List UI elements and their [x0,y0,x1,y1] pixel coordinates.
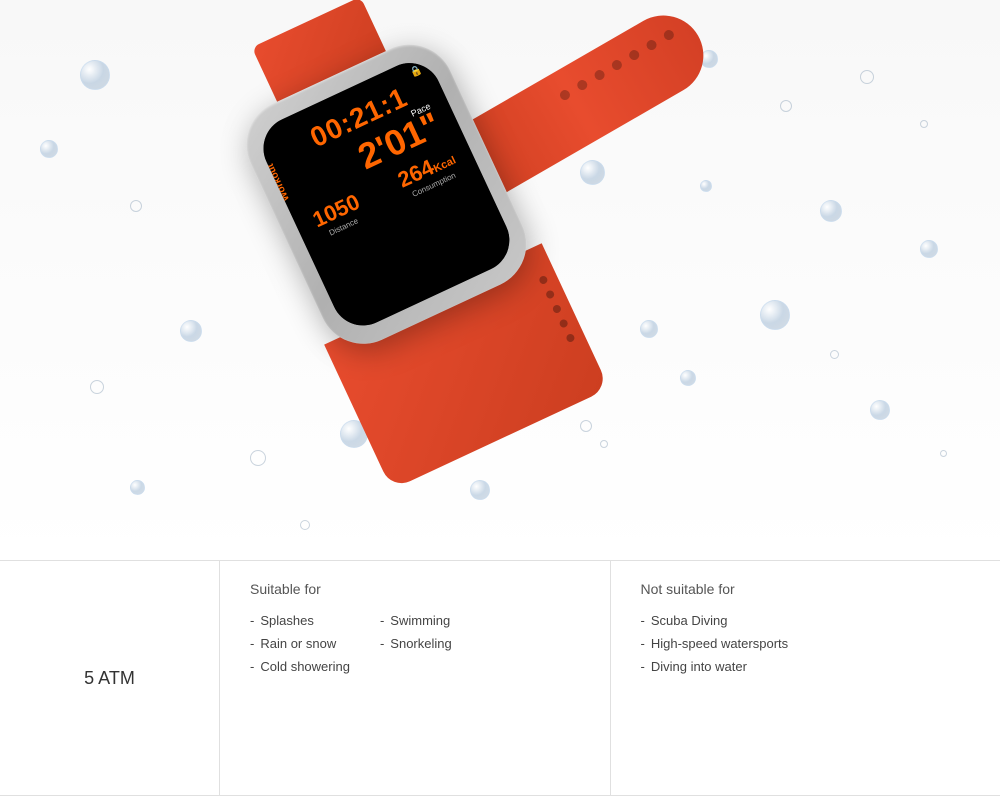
atm-label: 5 ATM [84,668,135,689]
not-suitable-column: Not suitable for Scuba Diving High-speed… [611,561,1000,795]
water-drop [940,450,947,457]
water-drop [40,140,58,158]
band-hole [558,318,569,329]
band-hole [558,88,572,102]
water-drop [130,200,142,212]
water-drop [860,70,874,84]
list-item: Scuba Diving [641,613,971,628]
band-hole [662,28,676,42]
list-item: High-speed watersports [641,636,971,651]
watch-section: Workout 🔒 00:21:1 Pace 2'01" 1050 Distan… [0,0,1000,560]
suitable-header: Suitable for [250,581,580,597]
band-hole [552,304,563,315]
not-suitable-header: Not suitable for [641,581,971,597]
list-item: Cold showering [250,659,350,674]
water-drop [180,320,202,342]
water-drop [130,480,145,495]
atm-column: 5 ATM [0,561,220,795]
band-extension-holes [558,28,676,102]
list-item: Diving into water [641,659,971,674]
band-hole [575,78,589,92]
suitable-features-grid: Splashes Rain or snow Cold showering Swi… [250,613,580,682]
watch-screen: Workout 🔒 00:21:1 Pace 2'01" 1050 Distan… [253,53,520,336]
water-drop [820,200,842,222]
band-hole [538,275,549,286]
water-resistance-table: 5 ATM Suitable for Splashes Rain or snow… [0,560,1000,796]
suitable-list-1: Splashes Rain or snow Cold showering [250,613,350,682]
band-holes [538,275,576,344]
list-item: Splashes [250,613,350,628]
not-suitable-list: Scuba Diving High-speed watersports Divi… [641,613,971,674]
band-hole [565,333,576,344]
water-drop [780,100,792,112]
suitable-list-2: Swimming Snorkeling [380,613,452,682]
water-drop [920,240,938,258]
band-hole [645,38,659,52]
list-item: Snorkeling [380,636,452,651]
band-hole [545,289,556,300]
water-drop [920,120,928,128]
water-drop [600,440,608,448]
table-body: 5 ATM Suitable for Splashes Rain or snow… [0,561,1000,795]
water-drop [80,60,110,90]
list-item: Rain or snow [250,636,350,651]
water-drop [870,400,890,420]
list-item: Swimming [380,613,452,628]
suitable-column: Suitable for Splashes Rain or snow Cold … [220,561,611,795]
water-drop [830,350,839,359]
water-drop [90,380,104,394]
band-hole [610,58,624,72]
water-drop [470,480,490,500]
watch: Workout 🔒 00:21:1 Pace 2'01" 1050 Distan… [107,0,836,550]
band-hole [593,68,607,82]
band-hole [627,48,641,62]
